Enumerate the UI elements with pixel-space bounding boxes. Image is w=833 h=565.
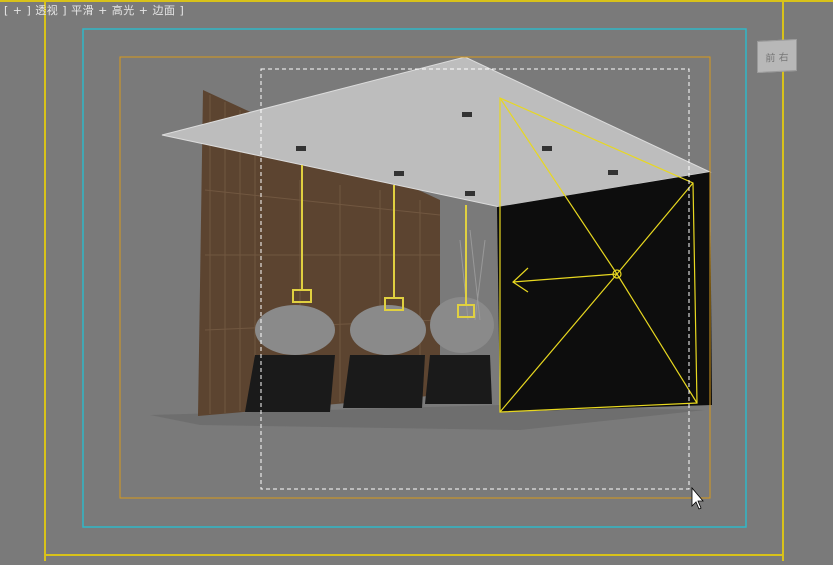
mouse-cursor-icon: [691, 486, 704, 510]
scene: [0, 0, 833, 561]
perspective-viewport[interactable]: [ + ] 透视 ] 平滑 + 高光 + 边面 ] 前 右: [0, 0, 833, 561]
viewcube[interactable]: 前 右: [757, 38, 797, 74]
viewport-label-menu[interactable]: [ + ] 透视 ] 平滑 + 高光 + 边面 ]: [4, 2, 184, 18]
